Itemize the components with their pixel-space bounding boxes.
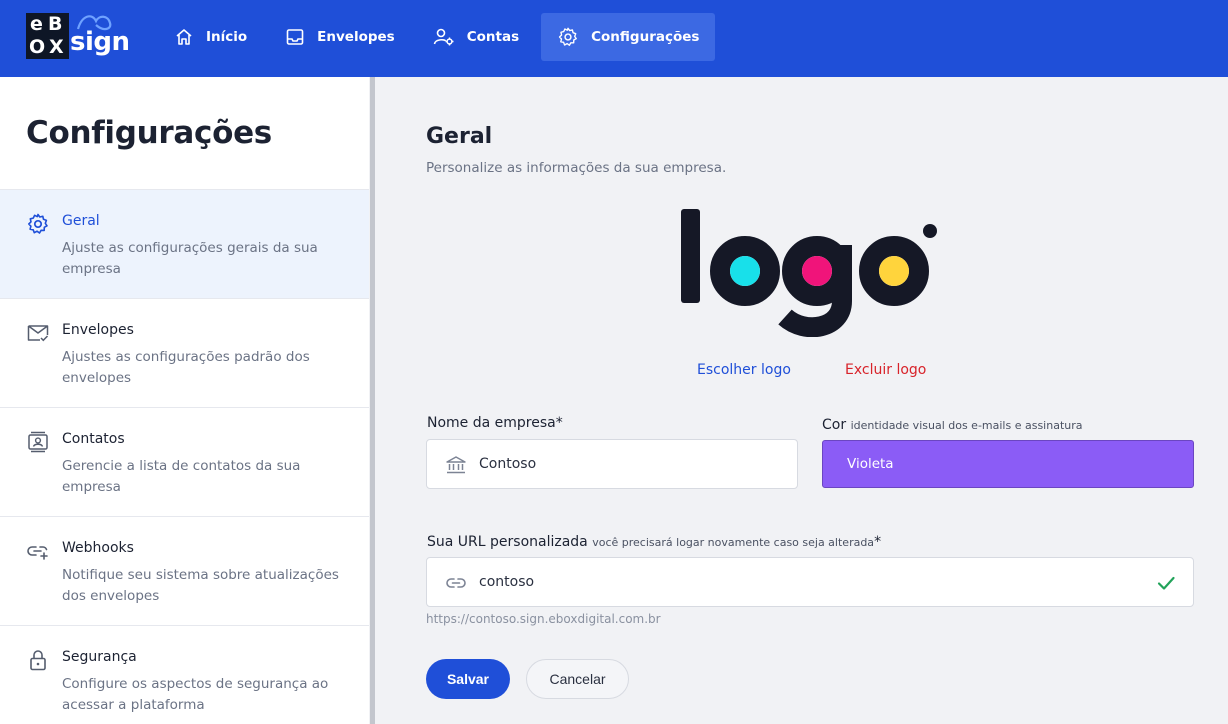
color-value: Violeta bbox=[847, 456, 894, 472]
sidebar-item-desc: Ajustes as configurações padrão dos enve… bbox=[62, 349, 310, 386]
sidebar-item-label: Segurança bbox=[62, 649, 137, 665]
url-preview: https://contoso.sign.eboxdigital.com.br bbox=[426, 612, 661, 626]
custom-url-value: contoso bbox=[479, 574, 535, 590]
company-logo-preview bbox=[675, 205, 945, 338]
settings-content: Geral Personalize as informações da sua … bbox=[375, 77, 1228, 724]
sidebar-item-envelopes[interactable]: Envelopes Ajustes as configurações padrã… bbox=[0, 298, 369, 407]
envelope-check-icon bbox=[27, 325, 49, 342]
nav-envelopes[interactable]: Envelopes bbox=[269, 13, 411, 61]
user-settings-icon bbox=[433, 28, 454, 46]
link-plus-icon bbox=[27, 546, 48, 560]
color-select[interactable]: Violeta bbox=[822, 440, 1194, 488]
color-label: Cor identidade visual dos e-mails e assi… bbox=[822, 417, 1083, 433]
top-navbar: e B O X sign Início Envelopes Contas Con… bbox=[0, 0, 1228, 77]
sidebar-item-desc: Notifique seu sistema sobre atualizações… bbox=[62, 567, 339, 604]
sidebar-item-seguranca[interactable]: Segurança Configure os aspectos de segur… bbox=[0, 625, 369, 724]
sidebar-item-label: Envelopes bbox=[62, 322, 134, 338]
sidebar-item-desc: Configure os aspectos de segurança ao ac… bbox=[62, 676, 329, 713]
contact-card-icon bbox=[28, 431, 48, 453]
brand-logo[interactable]: e B O X sign bbox=[26, 13, 130, 59]
company-logo-image bbox=[681, 209, 937, 338]
settings-sidebar: Configurações Geral Ajuste as configuraç… bbox=[0, 77, 369, 724]
custom-url-field[interactable]: contoso bbox=[426, 557, 1194, 607]
link-icon bbox=[446, 578, 466, 588]
main-nav: Início Envelopes Contas Configurações bbox=[158, 13, 716, 61]
settings-menu: Geral Ajuste as configurações gerais da … bbox=[0, 189, 369, 724]
custom-url-label: Sua URL personalizada você precisará log… bbox=[427, 534, 882, 550]
check-icon bbox=[1157, 576, 1175, 590]
section-title: Geral bbox=[426, 124, 493, 149]
lock-icon bbox=[30, 650, 46, 671]
sidebar-item-label: Webhooks bbox=[62, 540, 134, 556]
nav-configuracoes[interactable]: Configurações bbox=[541, 13, 716, 61]
nav-inicio[interactable]: Início bbox=[158, 13, 263, 61]
choose-logo-link[interactable]: Escolher logo bbox=[697, 362, 791, 378]
sidebar-item-desc: Gerencie a lista de contatos da sua empr… bbox=[62, 458, 301, 495]
company-name-field[interactable]: Contoso bbox=[426, 439, 798, 489]
delete-logo-link[interactable]: Excluir logo bbox=[845, 362, 926, 378]
gear-icon bbox=[28, 213, 48, 234]
sidebar-item-desc: Ajuste as configurações gerais da sua em… bbox=[62, 240, 318, 277]
nav-contas[interactable]: Contas bbox=[417, 13, 535, 61]
gear-icon bbox=[559, 27, 578, 46]
company-name-value: Contoso bbox=[479, 456, 537, 472]
sidebar-item-label: Geral bbox=[62, 213, 100, 229]
company-name-label: Nome da empresa* bbox=[427, 415, 563, 431]
sidebar-title: Configurações bbox=[26, 115, 272, 151]
sidebar-item-label: Contatos bbox=[62, 431, 125, 447]
save-button[interactable]: Salvar bbox=[426, 659, 510, 699]
sidebar-item-geral[interactable]: Geral Ajuste as configurações gerais da … bbox=[0, 189, 369, 298]
cancel-button[interactable]: Cancelar bbox=[526, 659, 629, 699]
bank-icon bbox=[446, 456, 466, 474]
home-icon bbox=[176, 29, 192, 45]
sidebar-item-contatos[interactable]: Contatos Gerencie a lista de contatos da… bbox=[0, 407, 369, 516]
sidebar-item-webhooks[interactable]: Webhooks Notifique seu sistema sobre atu… bbox=[0, 516, 369, 625]
inbox-icon bbox=[286, 29, 304, 45]
section-subtitle: Personalize as informações da sua empres… bbox=[426, 160, 727, 176]
